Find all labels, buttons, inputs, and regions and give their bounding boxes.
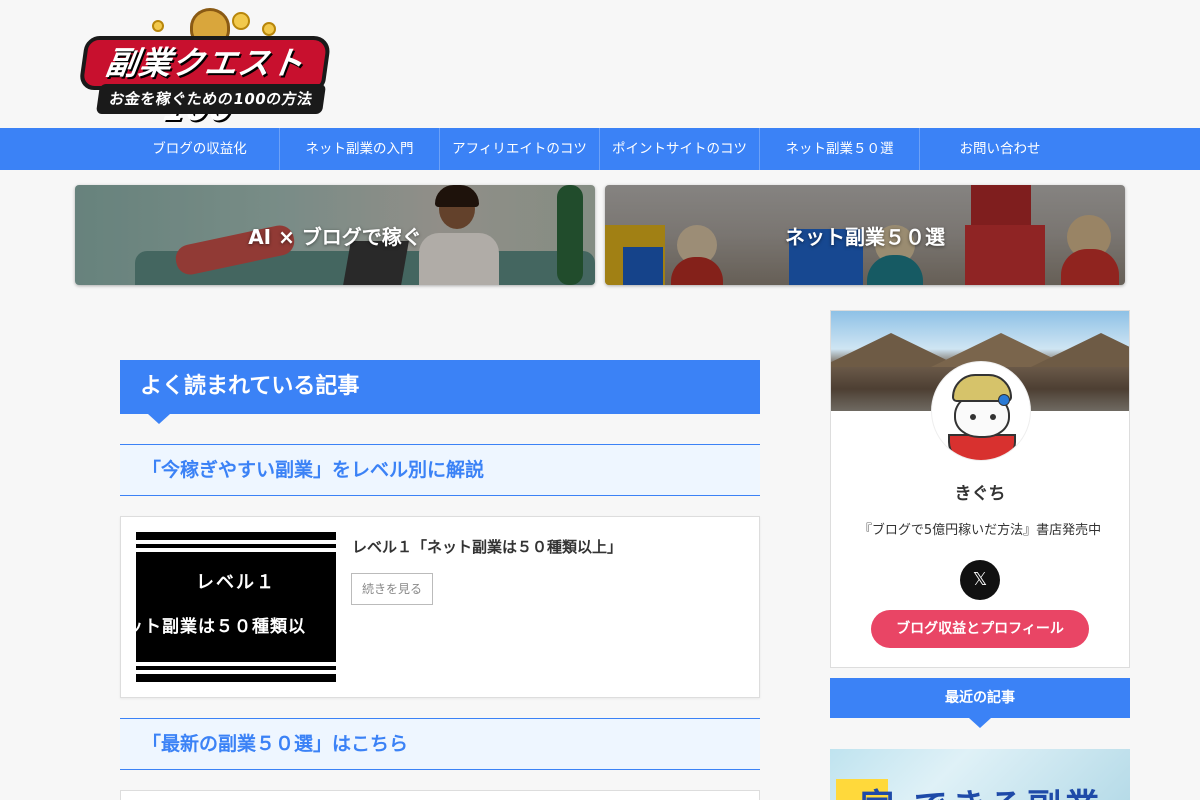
recent-article-thumbnail[interactable]: 家 できる副業: [830, 749, 1130, 800]
sub-heading-level: 「今稼ぎやすい副業」をレベル別に解説: [120, 444, 760, 496]
article-card: [120, 790, 760, 800]
popular-articles-heading: よく読まれている記事: [120, 360, 760, 414]
profile-name: きぐち: [954, 484, 1006, 504]
avatar[interactable]: [931, 361, 1031, 461]
section-title: よく読まれている記事: [140, 374, 360, 399]
logo-sub-banner: お金を稼ぐための100の方法: [95, 84, 327, 114]
nav-item-affiliate-tips[interactable]: アフィリエイトのコツ: [440, 128, 600, 170]
thumbnail-text: レベル１: [196, 572, 276, 593]
profile-button[interactable]: ブログ収益とプロフィール: [871, 610, 1089, 648]
heading-pointer: [148, 414, 170, 424]
recent-thumb-text: 家 できる副業: [860, 779, 1103, 800]
article-thumbnail[interactable]: レベル１ ット副業は５０種類以: [136, 532, 336, 682]
thumbnail-text: ット副業は５０種類以: [136, 617, 306, 637]
banner-title: ネット副業５０選: [785, 224, 945, 249]
coin-icon: [152, 20, 164, 32]
coin-icon: [262, 22, 276, 36]
profile-widget: きぐち 『ブログで5億円稼いだ方法』書店発売中 𝕏 ブログ収益とプロフィール: [830, 310, 1130, 668]
recent-heading-text: 最近の記事: [945, 690, 1015, 706]
read-more-button[interactable]: 続きを見る: [351, 573, 433, 605]
logo-sub-text: お金を稼ぐための100の方法: [108, 90, 314, 108]
banner-net-side-job-50[interactable]: ネット副業５０選: [605, 185, 1125, 285]
site-header: 副業クエスト100 お金を稼ぐための100の方法: [0, 0, 1200, 128]
nav-item-contact[interactable]: お問い合わせ: [920, 128, 1080, 170]
profile-description: 『ブログで5億円稼いだ方法』書店発売中: [858, 523, 1102, 538]
cat-helmet: [952, 374, 1012, 406]
nav-item-point-site-tips[interactable]: ポイントサイトのコツ: [600, 128, 760, 170]
sub-heading-text: 「最新の副業５０選」はこちら: [142, 733, 409, 755]
x-logo-icon[interactable]: 𝕏: [960, 560, 1000, 600]
article-card: レベル１ ット副業は５０種類以 レベル１「ネット副業は５０種類以上」 続きを見る: [120, 516, 760, 698]
banner-ai-blog[interactable]: AI × ブログで稼ぐ: [75, 185, 595, 285]
heading-pointer: [969, 718, 991, 728]
article-title[interactable]: レベル１「ネット副業は５０種類以上」: [352, 536, 742, 557]
banner-title: AI × ブログで稼ぐ: [248, 224, 422, 249]
global-nav: ブログの収益化 ネット副業の入門 アフィリエイトのコツ ポイントサイトのコツ ネ…: [0, 128, 1200, 170]
nav-item-blog-monetization[interactable]: ブログの収益化: [120, 128, 280, 170]
logo-main-banner: 副業クエスト100: [78, 36, 332, 128]
sub-heading-latest: 「最新の副業５０選」はこちら: [120, 718, 760, 770]
nav-item-net-side-job-50[interactable]: ネット副業５０選: [760, 128, 920, 170]
recent-articles-heading: 最近の記事: [830, 678, 1130, 718]
coin-icon: [232, 12, 250, 30]
nav-item-net-side-job-intro[interactable]: ネット副業の入門: [280, 128, 440, 170]
nav-list: ブログの収益化 ネット副業の入門 アフィリエイトのコツ ポイントサイトのコツ ネ…: [120, 128, 1080, 170]
site-logo[interactable]: 副業クエスト100 お金を稼ぐための100の方法: [78, 8, 332, 128]
sub-heading-text: 「今稼ぎやすい副業」をレベル別に解説: [142, 459, 485, 481]
